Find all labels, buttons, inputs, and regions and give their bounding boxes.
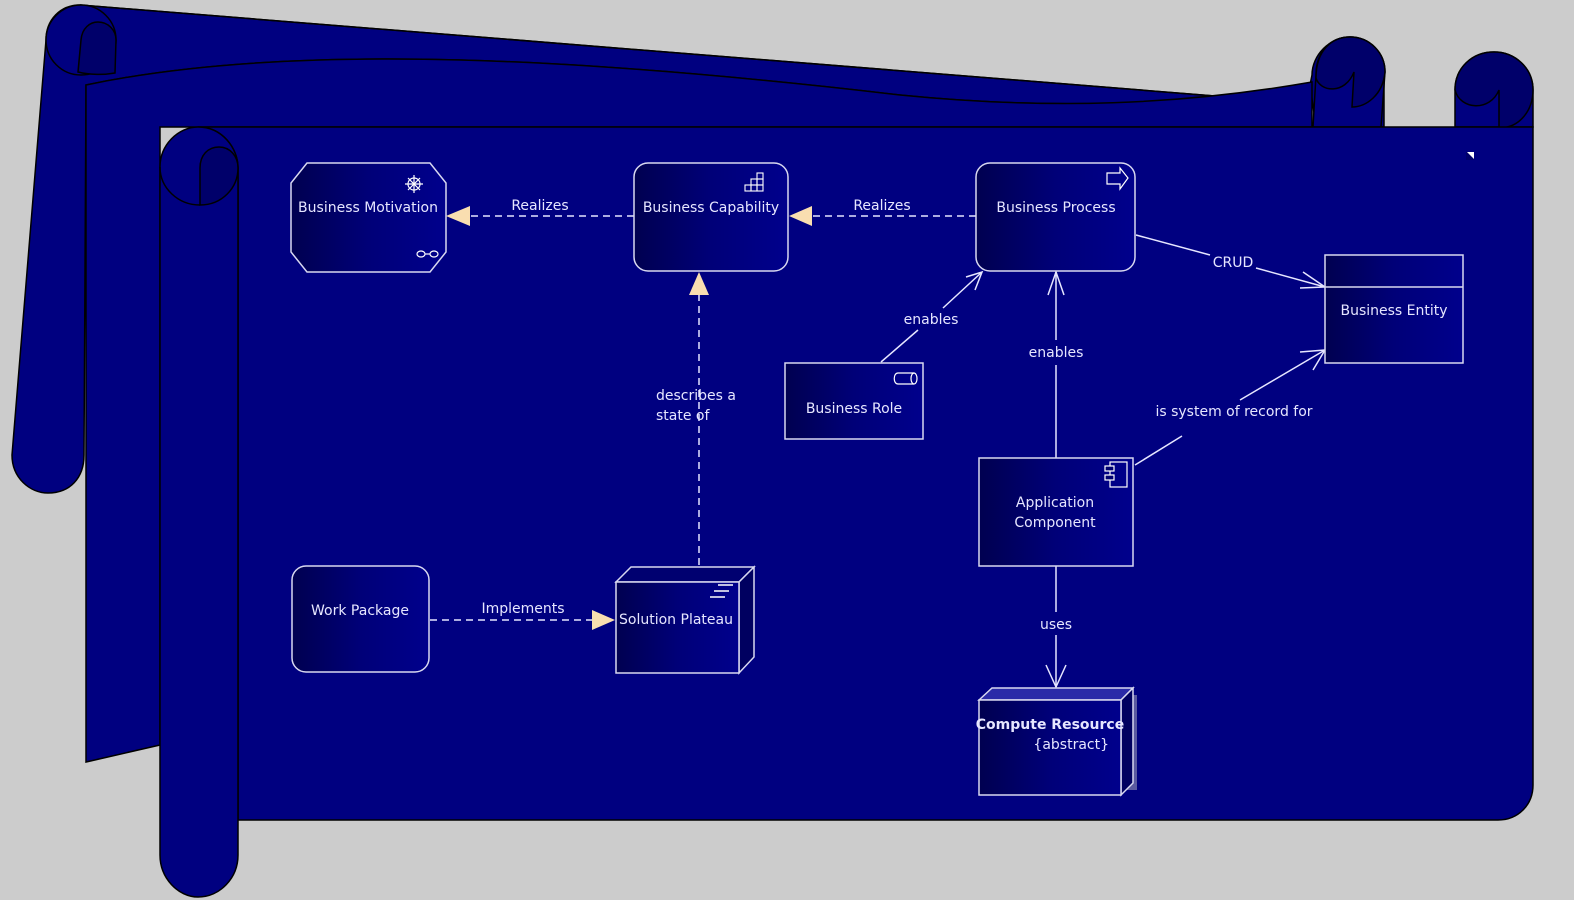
edge-label-enables-role: enables bbox=[904, 312, 959, 328]
edge-label-realizes-1: Realizes bbox=[511, 198, 568, 214]
node-business-motivation[interactable] bbox=[290, 162, 447, 273]
scroll-front-left-roll bbox=[159, 126, 239, 898]
edge-label-enables-component: enables bbox=[1029, 345, 1084, 361]
node-work-package[interactable] bbox=[291, 565, 430, 673]
edge-label-realizes-2: Realizes bbox=[853, 198, 910, 214]
node-label-business-role: Business Role bbox=[806, 401, 902, 417]
node-label-application-component-line2: Component bbox=[1014, 515, 1096, 531]
node-business-process[interactable] bbox=[975, 162, 1136, 272]
node-label-business-process: Business Process bbox=[996, 200, 1115, 216]
scroll-back-left-curl bbox=[77, 21, 117, 76]
edge-label-describes-line2: state of bbox=[656, 408, 710, 424]
node-business-capability[interactable] bbox=[633, 162, 789, 272]
diagram-canvas: Realizes Realizes describes a state of I… bbox=[11, 4, 1534, 898]
node-application-component[interactable] bbox=[978, 457, 1134, 567]
edge-label-describes-line1: describes a bbox=[656, 388, 736, 404]
node-label-application-component-line1: Application bbox=[1016, 495, 1094, 511]
edge-label-uses: uses bbox=[1040, 617, 1072, 633]
edge-label-crud: CRUD bbox=[1213, 255, 1254, 271]
node-label-compute-resource: Compute Resource bbox=[976, 717, 1124, 733]
node-label-work-package: Work Package bbox=[311, 603, 409, 619]
node-label-business-motivation: Business Motivation bbox=[298, 200, 438, 216]
node-label-business-entity: Business Entity bbox=[1340, 303, 1447, 319]
node-label-business-capability: Business Capability bbox=[643, 200, 779, 216]
scroll-background bbox=[11, 4, 1534, 898]
node-label-solution-plateau: Solution Plateau bbox=[619, 612, 733, 628]
node-stereotype-compute-resource: {abstract} bbox=[1033, 737, 1109, 753]
edge-label-implements: Implements bbox=[481, 601, 564, 617]
edge-label-system-of-record: is system of record for bbox=[1155, 404, 1312, 420]
